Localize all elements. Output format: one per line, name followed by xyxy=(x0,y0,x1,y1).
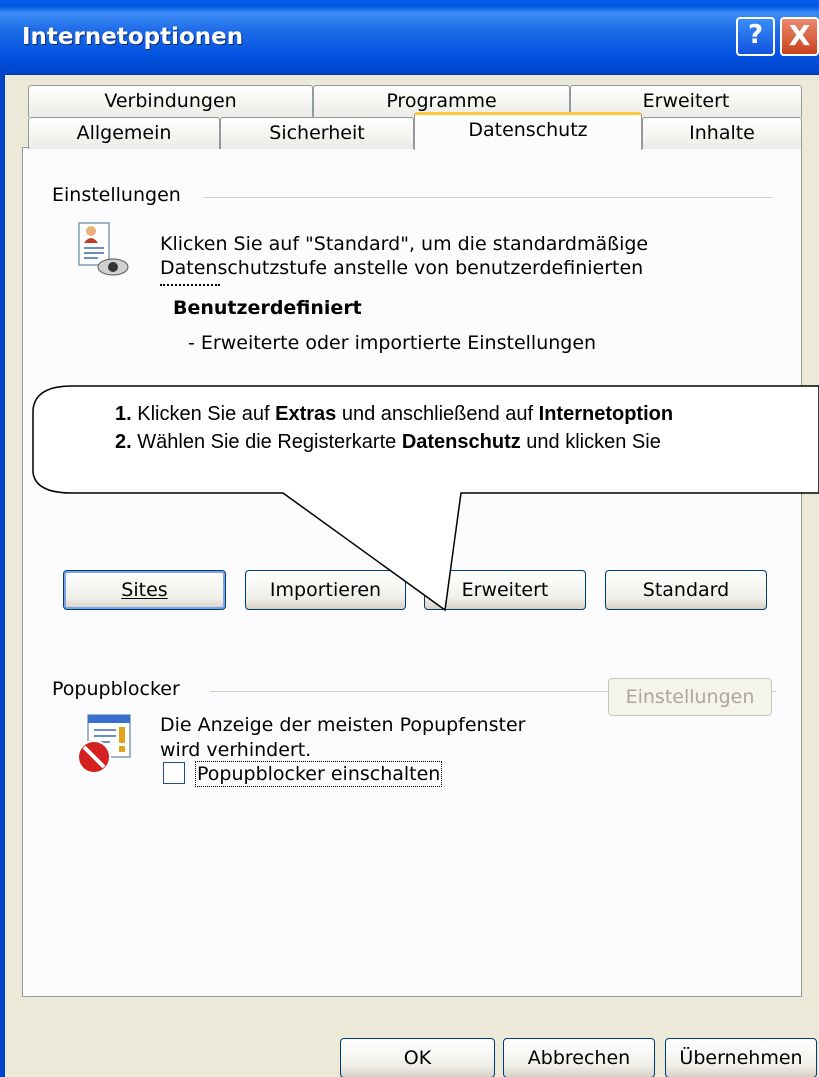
title-bar[interactable]: Internetoptionen ? X xyxy=(0,0,819,75)
popup-description-line2: wird verhindert. xyxy=(160,739,312,761)
privacy-level-title: Benutzerdefiniert xyxy=(173,297,362,319)
settings-description-clipped xyxy=(160,283,420,289)
popup-group-label: Popupblocker xyxy=(52,678,180,700)
tab-sicherheit[interactable]: Sicherheit xyxy=(220,117,414,149)
erweitert-button[interactable]: Erweitert xyxy=(424,570,586,610)
window-border xyxy=(0,74,5,1077)
apply-button[interactable]: Übernehmen xyxy=(665,1038,817,1077)
tab-panel-datenschutz: Einstellungen Klicken Sie auf "Standard"… xyxy=(22,147,802,997)
help-button[interactable]: ? xyxy=(736,17,775,56)
settings-description-line2: Datenschutzstufe anstelle von benutzerde… xyxy=(160,257,644,279)
privacy-icon xyxy=(77,221,131,281)
ok-button[interactable]: OK xyxy=(340,1038,495,1077)
popup-settings-button[interactable]: Einstellungen xyxy=(608,678,772,716)
sites-button-label: Sites xyxy=(121,579,168,601)
popup-blocker-checkbox[interactable] xyxy=(163,762,185,784)
popup-blocker-checkbox-label[interactable]: Popupblocker einschalten xyxy=(195,761,443,787)
tab-verbindungen[interactable]: Verbindungen xyxy=(28,85,313,117)
internet-options-dialog: Internetoptionen ? X Verbindungen Progra… xyxy=(0,0,819,1077)
standard-button[interactable]: Standard xyxy=(605,570,767,610)
privacy-level-description: - Erweiterte oder importierte Einstellun… xyxy=(188,332,597,354)
settings-group-label: Einstellungen xyxy=(52,184,181,206)
cancel-button[interactable]: Abbrechen xyxy=(503,1038,655,1077)
settings-group-divider xyxy=(203,197,773,198)
tab-inhalte[interactable]: Inhalte xyxy=(642,117,802,149)
close-button[interactable]: X xyxy=(780,17,819,56)
sites-button[interactable]: Sites xyxy=(63,570,226,610)
popup-description-line1: Die Anzeige der meisten Popupfenster xyxy=(160,714,526,736)
tab-datenschutz[interactable]: Datenschutz xyxy=(414,112,642,150)
tab-allgemein[interactable]: Allgemein xyxy=(28,117,220,149)
popup-blocker-icon xyxy=(74,713,136,777)
importieren-button[interactable]: Importieren xyxy=(245,570,406,610)
window-title: Internetoptionen xyxy=(22,24,244,50)
settings-description-line1: Klicken Sie auf "Standard", um die stand… xyxy=(160,233,649,255)
